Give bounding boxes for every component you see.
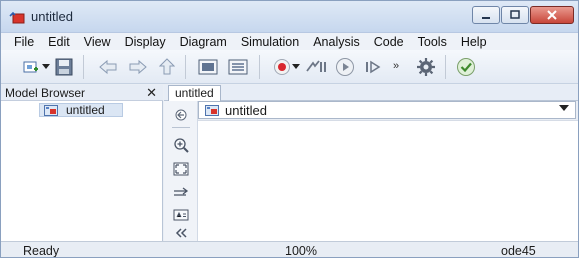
forward-button[interactable] [127,56,149,78]
minimize-button[interactable] [472,6,500,24]
model-tree-item[interactable]: untitled [39,103,123,117]
toolbar: » [1,50,578,84]
model-browser-title: Model Browser [5,86,86,100]
arrow-icon [174,187,189,196]
status-text: Ready [23,244,60,258]
close-icon [547,10,557,20]
menu-display[interactable]: Display [118,35,173,49]
menu-bar: File Edit View Display Diagram Simulatio… [1,33,578,50]
annotation-icon [173,209,189,221]
menu-edit[interactable]: Edit [41,35,77,49]
model-browser-close-button[interactable]: ✕ [146,85,157,101]
palette-divider [172,127,190,128]
run-icon [336,58,354,76]
editor-palette [164,101,198,241]
fit-view-icon [173,162,189,176]
save-icon [55,58,73,76]
simulink-window: untitled File Edit View Display Diagram … [0,0,579,258]
editor-tab-strip: untitled [164,85,578,101]
model-icon [44,105,58,116]
toolbar-separator [185,55,186,79]
menu-help[interactable]: Help [454,35,494,49]
library-browser-button[interactable] [197,56,219,78]
collapse-button[interactable] [172,225,190,241]
record-dropdown[interactable] [291,56,301,78]
menu-diagram[interactable]: Diagram [173,35,234,49]
arrow-button[interactable] [172,185,190,201]
model-address-bar[interactable]: untitled [198,101,576,119]
back-icon [99,59,117,75]
model-icon [205,105,219,116]
model-browser-panel: Model Browser ✕ untitled [1,85,163,241]
save-button[interactable] [53,56,75,78]
settings-icon [417,58,435,76]
maximize-icon [510,10,520,19]
address-text: untitled [225,103,267,118]
new-model-icon [23,61,38,73]
new-model-dropdown[interactable] [41,56,51,78]
model-settings-button[interactable] [415,56,437,78]
up-button[interactable] [156,56,178,78]
menu-tools[interactable]: Tools [411,35,454,49]
zoom-button[interactable] [172,137,190,153]
hide-browser-icon [175,109,187,121]
minimize-icon [482,17,490,19]
record-dropdown-icon [292,64,300,69]
step-forward-button[interactable] [363,56,385,78]
toolbar-separator [83,55,84,79]
annotation-button[interactable] [172,207,190,223]
library-browser-icon [198,59,218,75]
status-bar: Ready 100% ode45 [1,241,578,258]
record-icon [274,59,290,75]
forward-icon [129,59,147,75]
check-button[interactable] [455,56,477,78]
menu-view[interactable]: View [77,35,118,49]
toolbar-separator [445,55,446,79]
close-window-button[interactable] [530,6,574,24]
back-button[interactable] [97,56,119,78]
model-explorer-icon [228,59,248,75]
tab-untitled[interactable]: untitled [168,85,221,101]
model-explorer-button[interactable] [227,56,249,78]
menu-code[interactable]: Code [367,35,411,49]
run-button[interactable] [334,56,356,78]
fit-view-button[interactable] [172,161,190,177]
window-title: untitled [31,9,73,24]
record-button[interactable] [271,56,293,78]
step-back-icon [306,60,326,72]
title-bar: untitled [1,1,578,33]
menu-analysis[interactable]: Analysis [306,35,367,49]
check-icon [457,58,475,76]
step-back-button[interactable] [305,56,327,78]
hide-browser-button[interactable] [172,107,190,123]
menu-file[interactable]: File [7,35,41,49]
zoom-icon [174,138,189,153]
toolbar-overflow[interactable]: » [393,60,399,72]
model-browser-header: Model Browser ✕ [1,85,163,101]
chevron-down-icon[interactable] [559,105,569,111]
solver-name[interactable]: ode45 [501,244,536,257]
step-forward-icon [366,60,381,74]
model-canvas[interactable] [198,120,578,241]
simulink-model-icon [9,11,25,24]
menu-simulation[interactable]: Simulation [234,35,306,49]
zoom-level: 100% [285,244,317,258]
collapse-icon [175,228,187,238]
maximize-button[interactable] [501,6,529,24]
dropdown-arrow-icon [42,64,50,69]
toolbar-separator [259,55,260,79]
window-controls [472,6,574,26]
up-icon [159,58,175,75]
model-tree-label: untitled [66,103,105,117]
new-model-button[interactable] [21,56,43,78]
